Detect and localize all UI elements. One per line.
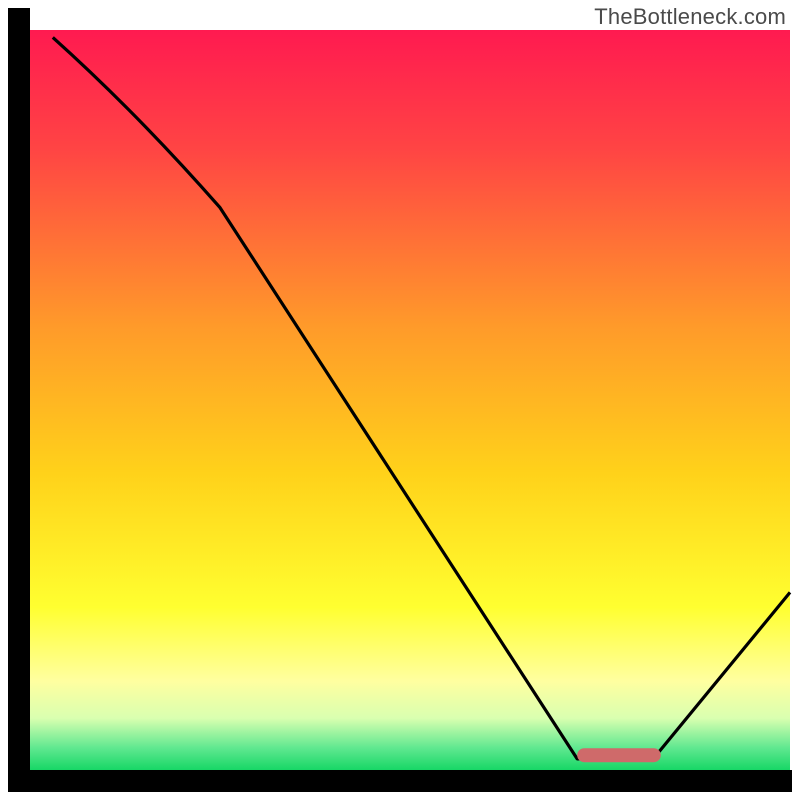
chart-container: TheBottleneck.com — [0, 0, 800, 800]
y-axis — [8, 8, 30, 792]
watermark-text: TheBottleneck.com — [594, 4, 786, 30]
gradient-background — [30, 30, 790, 770]
optimal-marker — [577, 748, 661, 762]
bottleneck-chart — [0, 0, 800, 800]
x-axis — [8, 770, 792, 792]
